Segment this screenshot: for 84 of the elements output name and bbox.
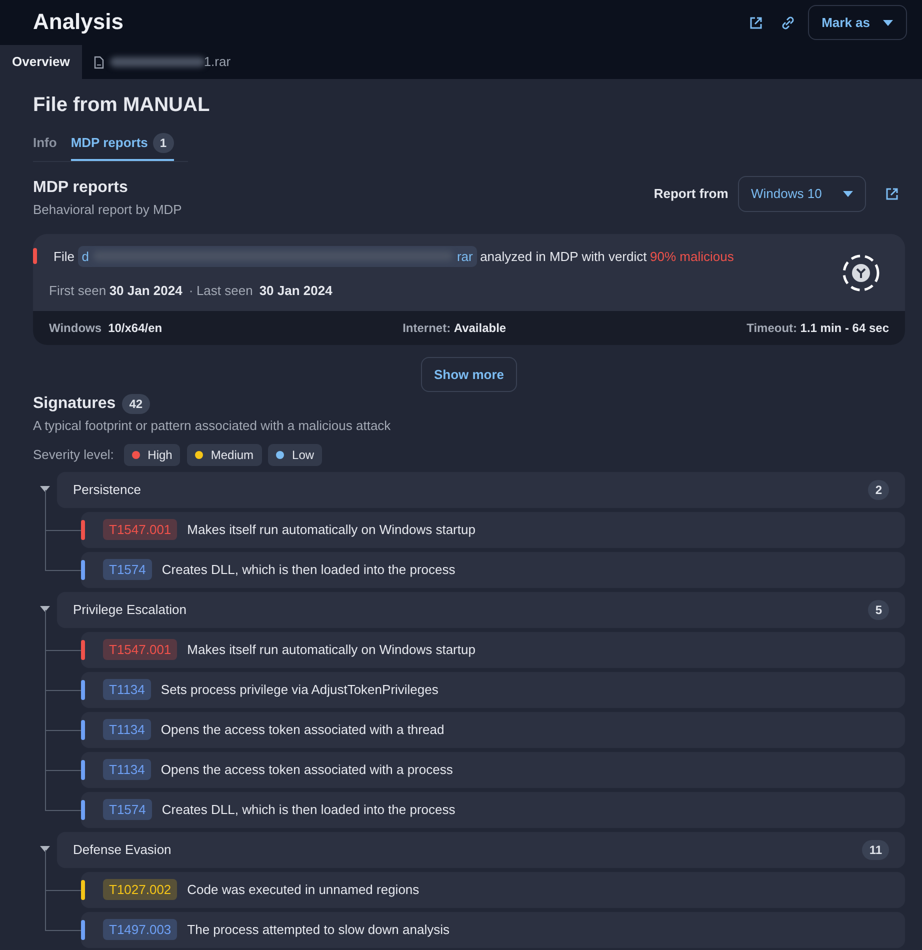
- signature-row[interactable]: T1574 Creates DLL, which is then loaded into the process: [81, 552, 905, 588]
- show-more-button[interactable]: Show more: [420, 356, 518, 392]
- signature-text: Opens the access token associated with a thread: [160, 720, 444, 739]
- tab[interactable]: MDP reports 1: [70, 129, 174, 161]
- technique-id: T1574: [103, 558, 152, 580]
- page-tab[interactable]: Overview: [0, 45, 82, 79]
- severity-name: Medium: [210, 446, 254, 464]
- technique-id: T1497.003: [103, 918, 178, 940]
- first-seen-label: First seen: [49, 282, 106, 300]
- section-subtitle: Behavioral report by MDP: [33, 201, 182, 219]
- section-title: MDP reports: [33, 178, 129, 198]
- page-tab[interactable]: 1.rar: [82, 45, 243, 79]
- caret-icon: [883, 20, 893, 26]
- technique-id: T1134: [103, 718, 151, 740]
- first-seen-value: 30 Jan 2024: [109, 282, 182, 300]
- signature-row[interactable]: T1497.003 The process attempted to slow down analysis: [81, 912, 905, 948]
- count-badge: 11: [862, 840, 889, 860]
- technique-id: T1134: [103, 758, 151, 780]
- signature-text: The process attempted to slow down analysis: [187, 920, 450, 939]
- signature-text: Opens the access token associated with a process: [160, 760, 453, 779]
- group-header[interactable]: Persistence 2: [57, 472, 905, 508]
- collapse-caret-icon: [40, 486, 50, 492]
- toggle-button[interactable]: [40, 606, 50, 614]
- signature-text: Creates DLL, which is then loaded into the process: [162, 560, 456, 579]
- section-title: File from MANUAL: [33, 93, 211, 117]
- link-icon: [781, 16, 796, 30]
- os-label: Windows: [49, 320, 102, 336]
- section-subtitle: A typical footprint or pattern associated with a malicious attack: [33, 417, 392, 435]
- technique-id: T1547.001: [103, 518, 178, 540]
- signature-row[interactable]: T1134 Opens the access token associated with a process: [81, 752, 905, 788]
- last-seen-label: Last seen: [196, 282, 253, 300]
- separator: ·: [188, 282, 194, 300]
- verdict: 90% malicious: [650, 248, 734, 266]
- collapse-caret-icon: [40, 846, 50, 852]
- severity-name: Low: [292, 446, 314, 464]
- external-link-icon: [748, 16, 763, 30]
- timeout-label: Timeout:: [746, 320, 798, 336]
- severity-label: Severity level:: [33, 446, 114, 464]
- os-select[interactable]: Windows 10: [738, 176, 866, 212]
- file-icon: [94, 56, 104, 68]
- timeout-value: 1.1 min - 64 sec: [800, 320, 889, 336]
- signature-row[interactable]: T1134 Opens the access token associated with a thread: [81, 712, 905, 748]
- signature-row[interactable]: T1134 Sets process privilege via AdjustTokenPrivileges: [81, 672, 905, 708]
- signature-row[interactable]: T1547.001 Makes itself run automatically on Windows startup: [81, 512, 905, 548]
- count-badge: 42: [122, 394, 150, 414]
- external-link-icon: [885, 186, 899, 201]
- mark-as-button[interactable]: Mark as: [808, 4, 907, 40]
- signature-row[interactable]: T1027.002 Code was executed in unnamed regions: [81, 872, 905, 908]
- internet-value: Available: [454, 320, 506, 336]
- signature-text: Makes itself run automatically on Windows startup: [187, 640, 476, 659]
- section-title: Signatures: [33, 394, 116, 414]
- signature-row[interactable]: T1547.001 Makes itself run automatically on Windows startup: [81, 632, 905, 668]
- toggle-button[interactable]: [40, 486, 50, 494]
- count-badge: 5: [868, 600, 889, 620]
- signature-row[interactable]: T1574 Creates DLL, which is then loaded into the process: [81, 792, 905, 828]
- tab[interactable]: Info: [33, 129, 57, 161]
- report-from-label: Report from: [654, 185, 728, 203]
- group-name: Privilege Escalation: [73, 600, 186, 619]
- group-name: Defense Evasion: [73, 840, 172, 859]
- severity-name: High: [148, 446, 172, 464]
- group-name: Persistence: [73, 480, 141, 499]
- technique-id: T1574: [103, 798, 152, 820]
- analysis-text: analyzed in MDP with verdict: [480, 248, 647, 266]
- count-badge: 2: [868, 480, 889, 500]
- signature-text: Makes itself run automatically on Windows startup: [187, 520, 476, 539]
- internet-label: Internet:: [402, 320, 451, 336]
- toggle-button[interactable]: [40, 846, 50, 854]
- sandbox-logo-icon: [841, 253, 881, 293]
- technique-id: T1134: [103, 678, 151, 700]
- signature-text: Sets process privilege via AdjustTokenPrivileges: [160, 680, 438, 699]
- group-header[interactable]: Privilege Escalation 5: [57, 592, 905, 628]
- severity-stripe: [33, 248, 37, 264]
- caret-icon: [843, 190, 853, 197]
- signature-text: Creates DLL, which is then loaded into the process: [162, 800, 456, 819]
- page-title: Analysis: [33, 9, 124, 36]
- technique-id: T1027.002: [103, 878, 178, 900]
- file-label: File: [54, 248, 74, 266]
- technique-id: T1547.001: [103, 638, 178, 660]
- last-seen-value: 30 Jan 2024: [259, 282, 332, 300]
- group-header[interactable]: Defense Evasion 11: [57, 832, 905, 868]
- os-value: 10/x64/en: [108, 320, 162, 336]
- file-name[interactable]: d rar: [78, 246, 477, 267]
- signature-text: Code was executed in unnamed regions: [187, 880, 420, 899]
- collapse-caret-icon: [40, 606, 50, 612]
